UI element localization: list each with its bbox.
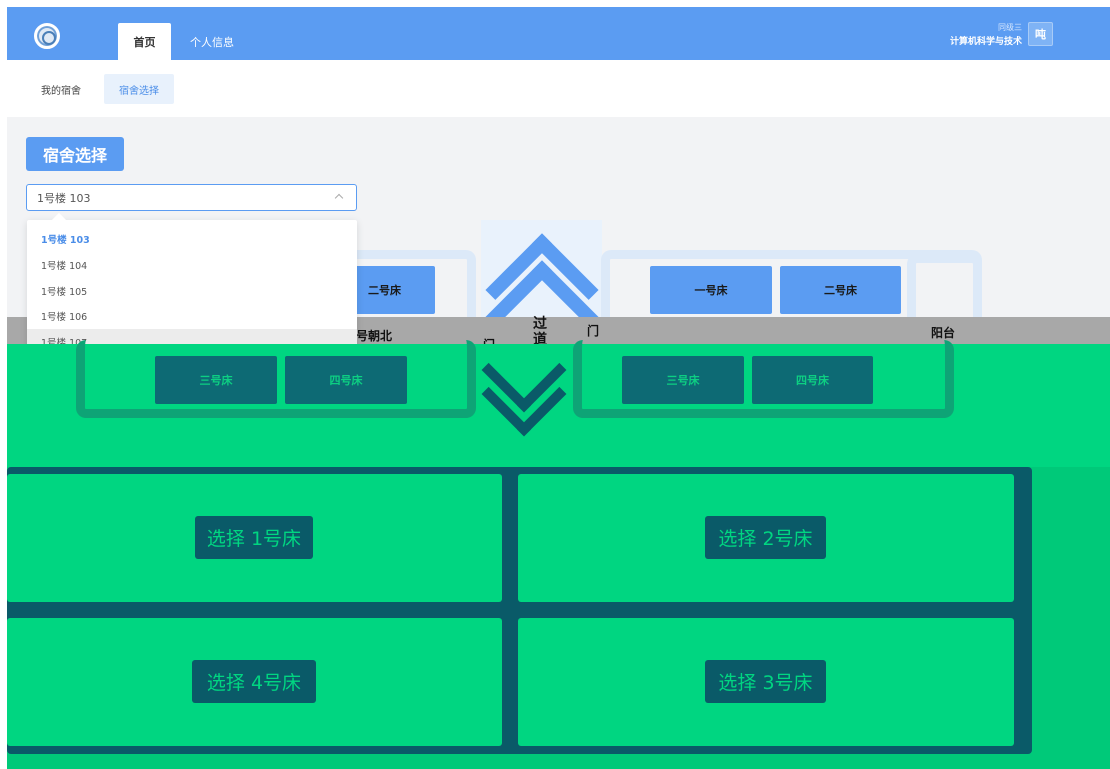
user-role: 同级三 [998,23,1022,32]
dropdown-option[interactable]: 1号楼 103 [27,226,357,251]
nav-tab-home[interactable]: 首页 [118,23,171,60]
nav-tab-profile[interactable]: 个人信息 [180,23,244,60]
subtab-dorm-selection[interactable]: 宿舍选择 [104,74,174,104]
choose-bed-4-button[interactable]: 选择 4号床 [192,660,316,703]
right-room-bed-1: 一号床 [650,266,772,314]
dropdown-option[interactable]: 1号楼 104 [27,252,357,277]
avatar[interactable]: 吨 [1028,22,1053,46]
user-department: 计算机科学与技术 [949,37,1022,47]
university-logo-icon [34,23,60,49]
dorm-select[interactable]: 1号楼 103 [26,184,357,211]
dropdown-option[interactable]: 1号楼 105 [27,278,357,303]
page-title: 宿舍选择 [26,137,124,171]
right-room-bed-4: 四号床 [752,356,873,404]
choose-bed-2-button[interactable]: 选择 2号床 [705,516,826,559]
right-room-bed-3: 三号床 [622,356,744,404]
door-label: 门 [587,324,600,338]
dropdown-option[interactable]: 1号楼 106 [27,303,357,328]
left-room-bed-3: 三号床 [155,356,277,404]
choose-bed-1-button[interactable]: 选择 1号床 [195,516,313,559]
left-room-bed-4: 四号床 [285,356,407,404]
choose-bed-3-button[interactable]: 选择 3号床 [705,660,826,703]
balcony-label: 阳台 [931,326,956,340]
top-navbar [7,7,1110,60]
subtab-my-dorm[interactable]: 我的宿舍 [28,74,94,104]
right-room-bed-2: 二号床 [780,266,901,314]
